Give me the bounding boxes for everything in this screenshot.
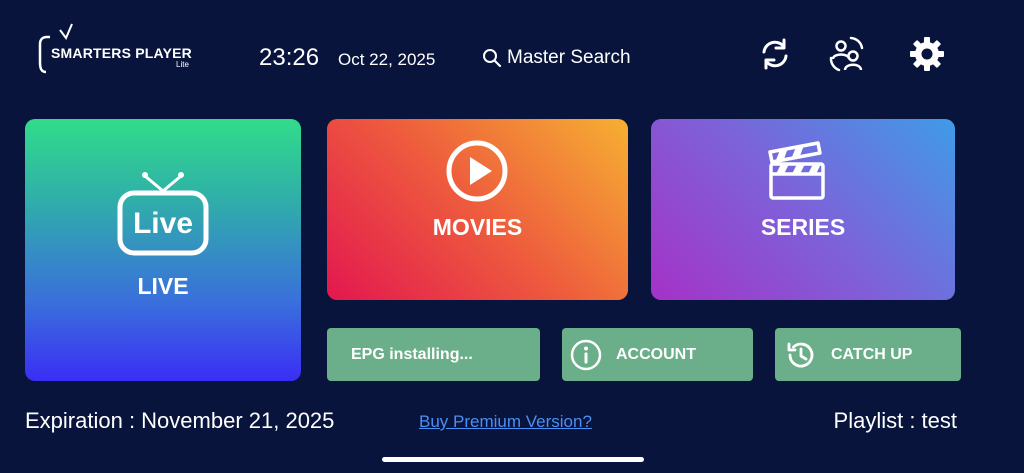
refresh-button[interactable] bbox=[755, 34, 795, 74]
epg-label: EPG installing... bbox=[351, 345, 473, 363]
series-tile[interactable]: SERIES bbox=[651, 119, 955, 300]
catch-up-button[interactable]: CATCH UP bbox=[775, 328, 961, 381]
history-icon bbox=[787, 342, 814, 367]
logo-title: SMARTERS PLAYER bbox=[51, 45, 192, 61]
play-icon bbox=[446, 140, 508, 202]
search-icon bbox=[483, 49, 502, 68]
logo-subtitle: Lite bbox=[176, 60, 189, 69]
account-label: ACCOUNT bbox=[616, 345, 696, 363]
refresh-icon bbox=[762, 38, 788, 70]
account-button[interactable]: ACCOUNT bbox=[562, 328, 753, 381]
switch-user-button[interactable] bbox=[827, 34, 867, 74]
playlist-text: Playlist : test bbox=[833, 408, 957, 433]
settings-button[interactable] bbox=[907, 34, 947, 74]
info-icon bbox=[570, 339, 602, 370]
live-tile[interactable]: Live LIVE bbox=[25, 119, 301, 381]
buy-premium-link[interactable]: Buy Premium Version? bbox=[419, 412, 592, 432]
clock-date: Oct 22, 2025 bbox=[338, 50, 436, 69]
series-label: SERIES bbox=[760, 214, 846, 240]
switch-user-icon bbox=[829, 36, 864, 72]
movies-tile[interactable]: MOVIES bbox=[327, 119, 628, 300]
expiration-text: Expiration : November 21, 2025 bbox=[25, 408, 335, 433]
epg-button[interactable]: EPG installing... bbox=[327, 328, 540, 381]
master-search-label: Master Search bbox=[507, 47, 631, 68]
clock-time: 23:26 bbox=[259, 44, 320, 71]
live-label: LIVE bbox=[137, 273, 189, 299]
movies-label: MOVIES bbox=[432, 214, 523, 240]
catch-up-label: CATCH UP bbox=[831, 345, 913, 363]
gear-icon bbox=[910, 37, 944, 71]
app-logo: SMARTERS PLAYER Lite bbox=[38, 22, 198, 74]
master-search-button[interactable]: Master Search bbox=[482, 47, 631, 69]
live-tv-icon-text: Live bbox=[132, 207, 194, 240]
clapperboard-icon bbox=[768, 141, 825, 200]
home-indicator[interactable] bbox=[382, 457, 644, 462]
